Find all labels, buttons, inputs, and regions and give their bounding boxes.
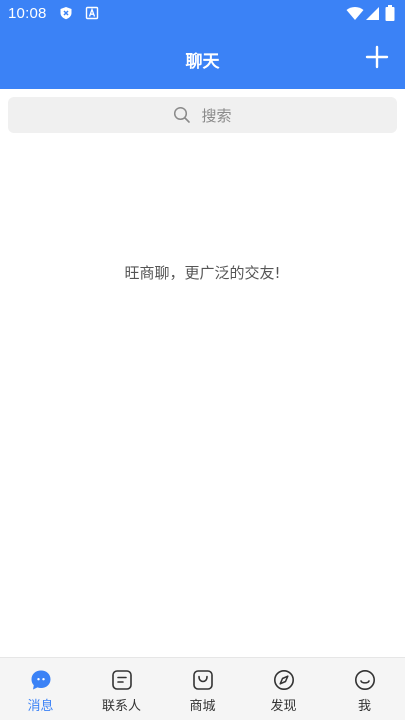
search-input[interactable]: 搜索 (8, 97, 397, 133)
tab-label: 联系人 (101, 699, 141, 714)
wifi-icon (346, 7, 364, 20)
a-box-icon (85, 6, 99, 20)
plus-icon[interactable] (363, 43, 391, 71)
battery-icon (385, 5, 395, 21)
title-bar: 聊天 (0, 28, 405, 89)
tab-me[interactable]: 我 (324, 658, 405, 720)
tab-mall[interactable]: 商城 (162, 658, 243, 720)
tab-label: 我 (357, 699, 371, 714)
chat-bubble-icon (31, 670, 50, 690)
tab-contacts[interactable]: 联系人 (81, 658, 162, 720)
search-placeholder: 搜索 (201, 106, 232, 125)
compass-icon (273, 670, 294, 690)
smiley-icon (354, 670, 375, 690)
tab-messages[interactable]: 消息 (0, 658, 81, 720)
empty-state-message: 旺商聊，更广泛的交友! (124, 264, 281, 282)
search-area: 搜索 (0, 89, 405, 141)
contacts-icon (111, 670, 132, 690)
shopping-bag-icon (192, 670, 213, 690)
search-icon (174, 106, 191, 123)
status-bar: 10:08 (0, 0, 405, 28)
app-header: 10:08 聊天 (0, 0, 405, 89)
status-time: 10:08 (8, 5, 47, 22)
signal-icon (366, 7, 379, 20)
bottom-tab-bar: 消息 联系人 商城 发现 我 (0, 657, 405, 720)
shield-icon (60, 7, 72, 20)
tab-label: 消息 (27, 699, 54, 714)
tab-discover[interactable]: 发现 (243, 658, 324, 720)
tab-label: 商城 (189, 699, 216, 714)
page-title: 聊天 (185, 52, 220, 72)
tab-label: 发现 (270, 699, 297, 714)
